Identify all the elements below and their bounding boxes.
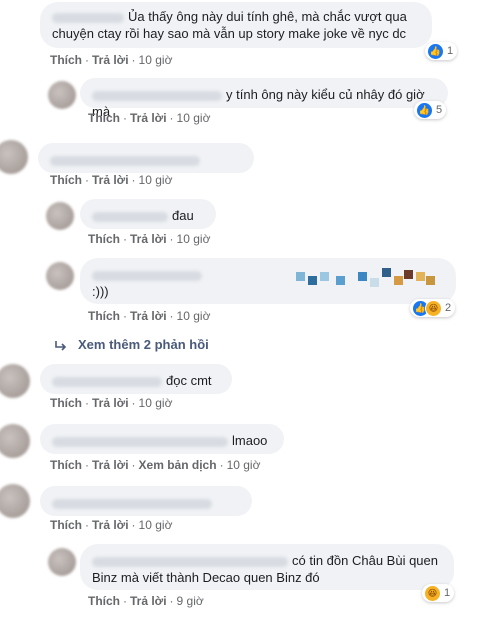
like-icon: 👍	[427, 42, 444, 60]
like-button[interactable]: Thích	[50, 518, 82, 532]
avatar[interactable]	[48, 81, 76, 109]
comment-time[interactable]: 10 giờ	[227, 458, 261, 472]
comment-bubble: đọc cmt	[40, 364, 232, 394]
avatar[interactable]	[48, 548, 76, 576]
blurred-author-name	[92, 270, 202, 281]
haha-icon: 😆	[425, 299, 442, 317]
like-icon: 👍	[416, 101, 433, 119]
comment-text: đọc cmt	[166, 373, 212, 388]
comment-actions: Thích · Trả lời · 10 giờ	[88, 232, 211, 246]
reply-button[interactable]: Trả lời	[92, 518, 129, 532]
blurred-author-name	[92, 211, 168, 222]
comment-text-line1: Ủa thấy ông này dui tính ghê, mà chắc vư…	[128, 9, 407, 24]
reply-button[interactable]: Trả lời	[92, 396, 129, 410]
blurred-author-name	[92, 556, 288, 567]
avatar[interactable]	[46, 262, 74, 290]
avatar[interactable]	[0, 424, 30, 458]
reply-button[interactable]: Trả lời	[92, 173, 129, 187]
comment-text: đau	[172, 208, 194, 223]
blurred-author-name	[52, 12, 124, 23]
reply-button[interactable]: Trả lời	[130, 309, 167, 323]
comment-actions: Thích · Trả lời · 10 giờ	[50, 53, 173, 67]
comment-actions: Thích · Trả lời · 9 giờ	[88, 594, 204, 608]
comment-bubble: Ủa thấy ông này dui tính ghê, mà chắc vư…	[40, 2, 432, 48]
comment-actions: Thích · Trả lời · 10 giờ	[50, 173, 173, 187]
reply-arrow-icon	[54, 339, 68, 357]
comment-text: lmaoo	[232, 433, 268, 448]
like-button[interactable]: Thích	[50, 458, 82, 472]
comment-time[interactable]: 10 giờ	[177, 232, 211, 246]
comment-time[interactable]: 10 giờ	[177, 111, 211, 125]
haha-icon: 😆	[424, 584, 441, 602]
reaction-summary[interactable]: 😆 1	[422, 584, 455, 602]
comment-actions: Thích · Trả lời · 10 giờ	[88, 309, 211, 323]
reaction-summary[interactable]: 👍 1	[425, 42, 458, 60]
comment-bubble	[38, 143, 254, 173]
see-translation-button[interactable]: Xem bản dịch	[139, 458, 217, 472]
reply-button[interactable]: Trả lời	[130, 111, 167, 125]
comment-time[interactable]: 10 giờ	[177, 309, 211, 323]
comment-text-line2: chuyện ctay rồi hay sao mà vẫn up story …	[52, 26, 407, 41]
blurred-author-name	[50, 155, 200, 166]
reaction-summary[interactable]: 👍 😆 2	[410, 299, 456, 317]
comment-bubble	[40, 486, 252, 516]
like-button[interactable]: Thích	[88, 594, 120, 608]
like-button[interactable]: Thích	[50, 53, 82, 67]
avatar[interactable]	[0, 364, 30, 398]
comment-bubble: có tin đồn Châu Bùi quen Binz mà viết th…	[80, 544, 454, 590]
comment-text: :)))	[92, 284, 109, 299]
comment-time[interactable]: 10 giờ	[139, 396, 173, 410]
comment-time[interactable]: 10 giờ	[139, 518, 173, 532]
reply-button[interactable]: Trả lời	[92, 53, 129, 67]
comment-time[interactable]: 10 giờ	[139, 53, 173, 67]
reaction-summary[interactable]: 👍 5	[414, 101, 447, 119]
comment-actions: Thích · Trả lời · 10 giờ	[50, 518, 173, 532]
comment-bubble: đau	[80, 199, 216, 229]
reply-button[interactable]: Trả lời	[130, 232, 167, 246]
like-button[interactable]: Thích	[50, 173, 82, 187]
comment-actions: Thích · Trả lời · 10 giờ	[88, 111, 211, 125]
comment-bubble: lmaoo	[40, 424, 284, 454]
like-button[interactable]: Thích	[88, 111, 120, 125]
view-more-replies-link[interactable]: Xem thêm 2 phản hồi	[78, 337, 209, 352]
like-button[interactable]: Thích	[88, 232, 120, 246]
comment-actions: Thích · Trả lời · Xem bản dịch · 10 giờ	[50, 458, 261, 472]
comment-time[interactable]: 10 giờ	[139, 173, 173, 187]
comment-actions: Thích · Trả lời · 10 giờ	[50, 396, 173, 410]
like-button[interactable]: Thích	[88, 309, 120, 323]
reply-button[interactable]: Trả lời	[92, 458, 129, 472]
blurred-author-name	[52, 436, 228, 447]
blurred-author-name	[52, 498, 212, 509]
comment-text-line1: có tin đồn Châu Bùi quen	[292, 553, 438, 568]
blurred-author-name	[92, 90, 222, 101]
comment-bubble: y tính ông này kiểu củ nhây đó giờ mà	[80, 78, 448, 119]
avatar[interactable]	[0, 484, 30, 518]
blurred-author-name	[52, 376, 162, 387]
avatar[interactable]	[46, 202, 74, 230]
avatar[interactable]	[0, 140, 28, 174]
reply-button[interactable]: Trả lời	[130, 594, 167, 608]
comment-text-line2: Binz mà viết thành Decao quen Binz đó	[92, 570, 320, 585]
comment-time[interactable]: 9 giờ	[177, 594, 204, 608]
like-button[interactable]: Thích	[50, 396, 82, 410]
